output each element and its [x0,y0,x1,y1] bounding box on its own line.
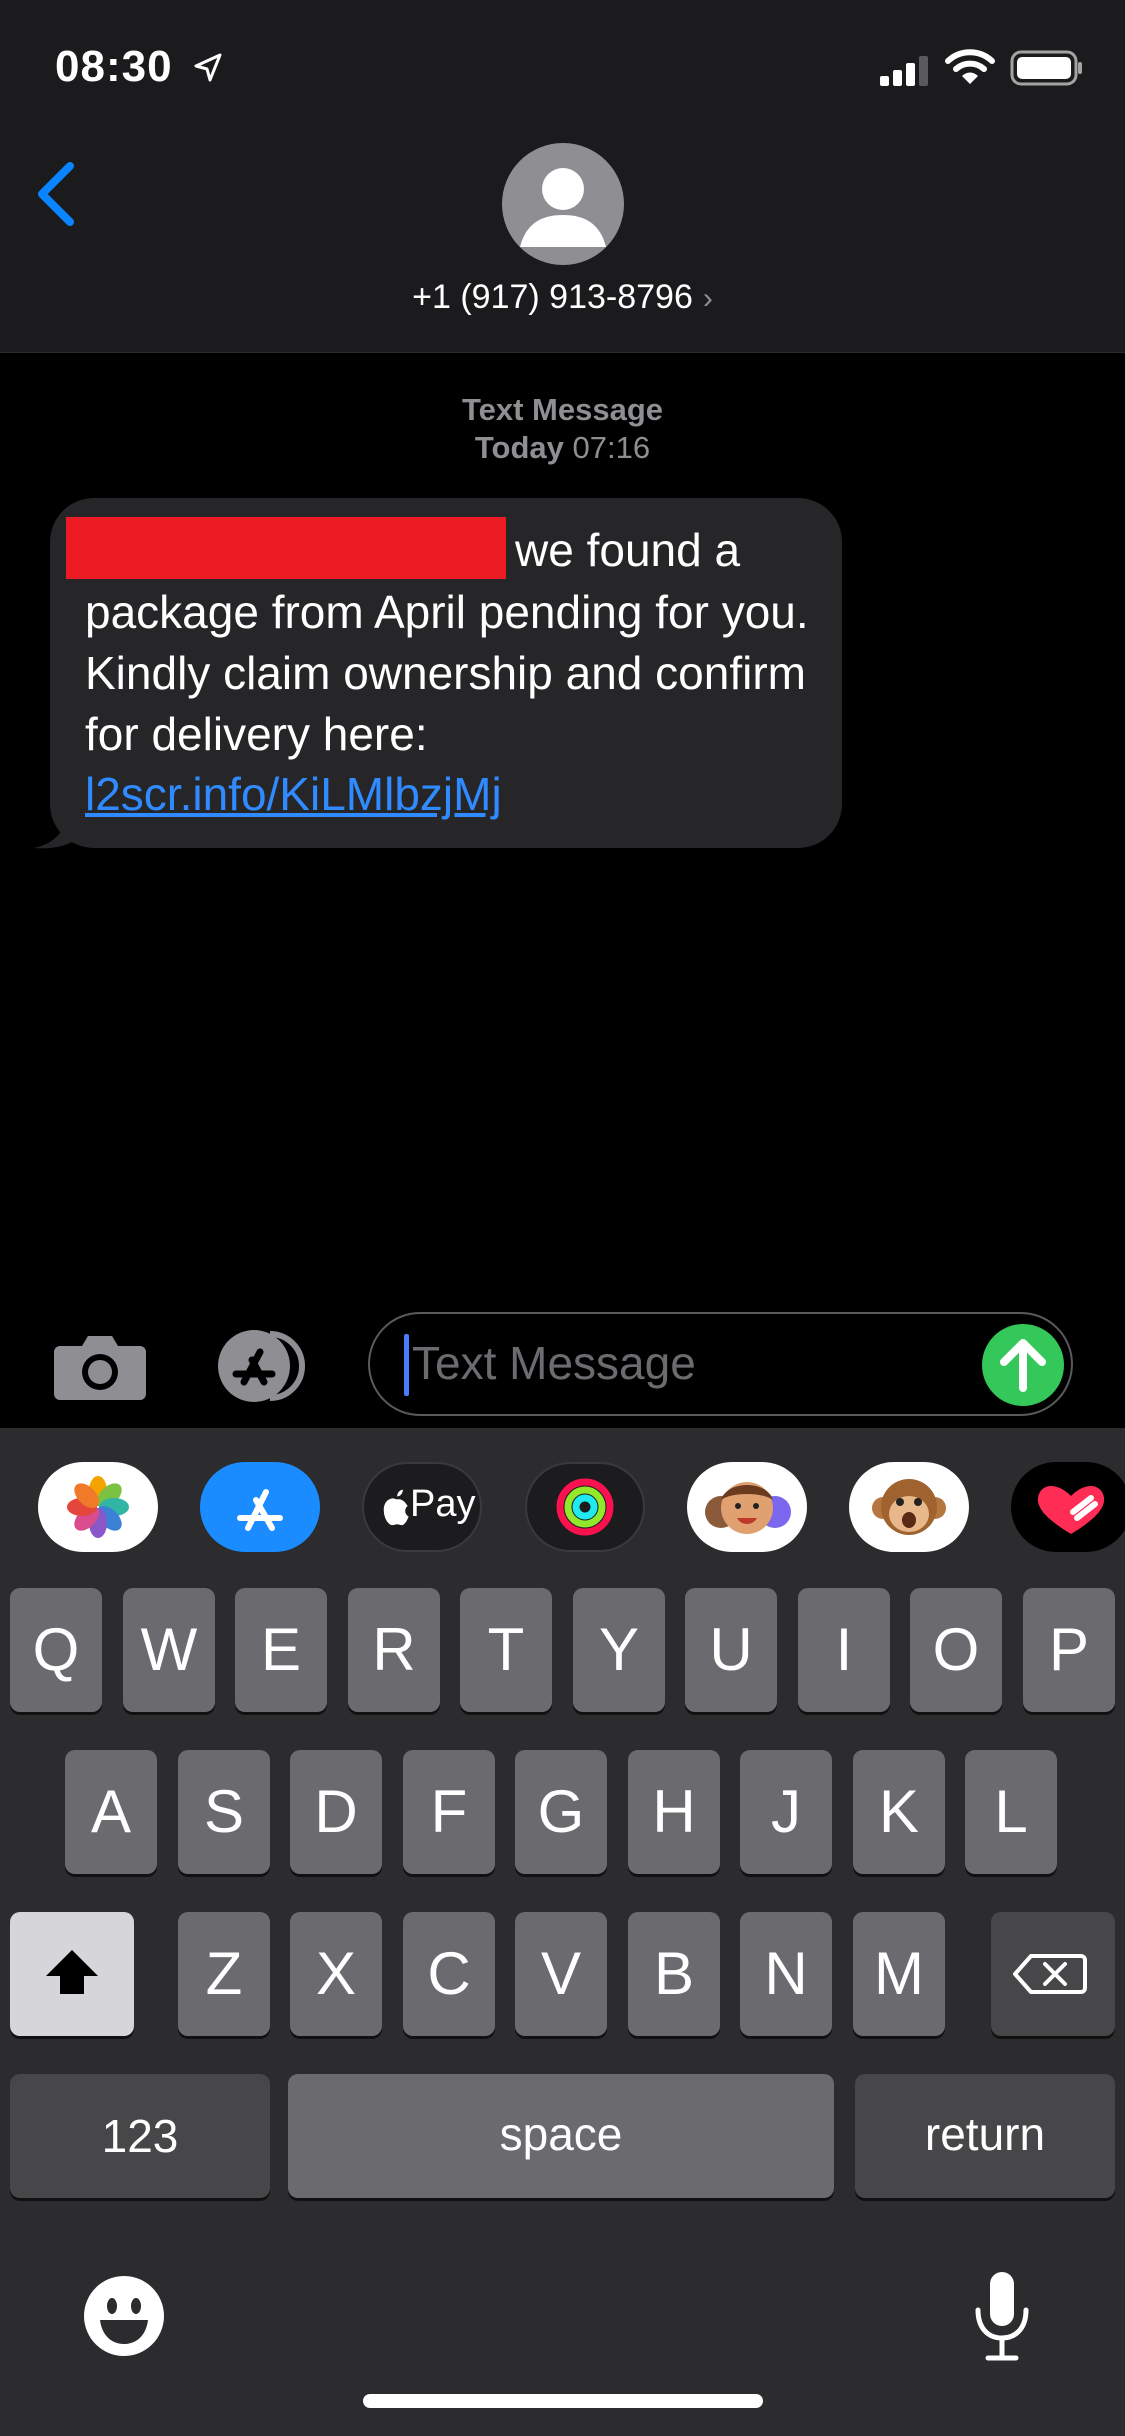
thread-day: Today [474,430,564,465]
activity-rings-icon [556,1478,614,1536]
backspace-icon [1013,1954,1087,1994]
key-d[interactable]: D [290,1750,382,1874]
location-arrow-icon [194,53,222,82]
app-store-icon[interactable] [208,1326,318,1406]
key-n[interactable]: N [740,1912,832,2036]
key-u[interactable]: U [685,1588,777,1712]
key-v[interactable]: V [515,1912,607,2036]
microphone-icon[interactable] [970,2270,1034,2362]
return-key[interactable]: return [855,2074,1115,2198]
memoji-faces-icon [705,1482,791,1534]
digital-touch-app-button[interactable] [1011,1462,1125,1552]
key-o[interactable]: O [910,1588,1002,1712]
photos-icon [67,1476,129,1538]
key-b[interactable]: B [628,1912,720,2036]
home-indicator[interactable] [363,2394,763,2408]
key-f[interactable]: F [403,1750,495,1874]
numbers-key[interactable]: 123 [10,2074,270,2198]
message-text: package from April pending for you. Kind… [85,586,809,760]
key-k[interactable]: K [853,1750,945,1874]
status-time: 08:30 [55,42,173,91]
animoji-app-button[interactable] [849,1462,969,1552]
cellular-signal-icon [880,56,928,86]
person-silhouette-icon [520,168,606,247]
key-h[interactable]: H [628,1750,720,1874]
key-a[interactable]: A [65,1750,157,1874]
message-input-placeholder: Text Message [412,1337,696,1389]
key-t[interactable]: T [460,1588,552,1712]
key-j[interactable]: J [740,1750,832,1874]
arrow-up-icon [1000,1339,1046,1392]
monkey-animoji-icon [872,1479,946,1535]
key-i[interactable]: I [798,1588,890,1712]
apple-pay-label: Pay [410,1483,476,1525]
key-y[interactable]: Y [573,1588,665,1712]
key-m[interactable]: M [853,1912,945,2036]
message-link[interactable]: l2scr.info/KiLMlbzjMj [85,764,502,825]
back-chevron-icon[interactable] [30,158,86,230]
text-cursor [404,1334,409,1396]
key-l[interactable]: L [965,1750,1057,1874]
camera-icon[interactable] [52,1330,148,1402]
contact-number: +1 (917) 913-8796 [412,278,693,316]
key-p[interactable]: P [1023,1588,1115,1712]
redaction-block [66,517,506,579]
key-e[interactable]: E [235,1588,327,1712]
key-w[interactable]: W [123,1588,215,1712]
contact-details-button[interactable]: +1 (917) 913-8796 › [0,278,1125,317]
contact-avatar[interactable] [502,143,624,265]
thread-timestamp: Today 07:16 [0,430,1125,466]
shift-key[interactable] [10,1912,134,2036]
message-text-first-line: we found a [515,524,741,576]
key-q[interactable]: Q [10,1588,102,1712]
shift-arrow-icon [46,1950,98,1994]
chevron-right-icon: › [702,282,713,315]
key-x[interactable]: X [290,1912,382,2036]
activity-app-button[interactable] [525,1462,645,1552]
key-g[interactable]: G [515,1750,607,1874]
key-c[interactable]: C [403,1912,495,2036]
space-key[interactable]: space [288,2074,834,2198]
battery-icon [1010,50,1082,86]
app-store-icon [237,1489,283,1531]
key-z[interactable]: Z [178,1912,270,2036]
key-s[interactable]: S [178,1750,270,1874]
send-button[interactable] [982,1324,1064,1406]
key-r[interactable]: R [348,1588,440,1712]
delete-key[interactable] [991,1912,1115,2036]
thread-time: 07:16 [572,430,651,465]
emoji-keyboard-icon[interactable] [82,2274,166,2358]
memoji-app-button[interactable] [687,1462,807,1552]
heart-icon [1037,1486,1105,1534]
apple-pay-button[interactable]: Pay [362,1462,482,1552]
photos-app-button[interactable] [38,1462,158,1552]
thread-type-label: Text Message [461,392,663,427]
app-store-app-button[interactable] [200,1462,320,1552]
wifi-icon [945,49,995,84]
